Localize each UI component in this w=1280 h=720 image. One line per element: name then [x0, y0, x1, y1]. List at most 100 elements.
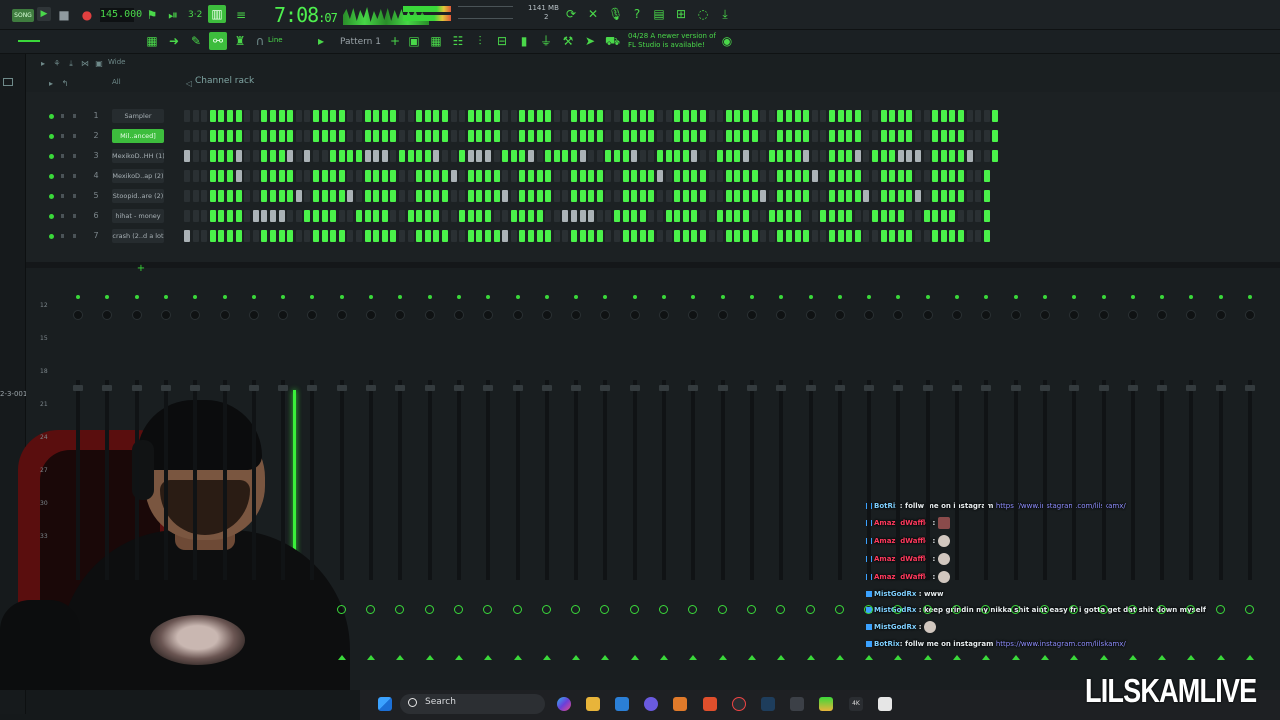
step-button[interactable]: [571, 210, 577, 222]
step-button[interactable]: [708, 190, 715, 202]
step-button[interactable]: [364, 210, 371, 222]
step-button[interactable]: [614, 170, 620, 182]
mixer-fader-track[interactable]: [398, 380, 403, 580]
step-button[interactable]: [450, 150, 457, 162]
step-button[interactable]: [691, 110, 698, 122]
browser-icon[interactable]: ▣: [407, 34, 421, 48]
step-button[interactable]: [416, 150, 423, 162]
mixer-fader-handle[interactable]: [366, 385, 376, 391]
step-button[interactable]: [674, 190, 681, 202]
step-button[interactable]: [209, 190, 216, 202]
step-button[interactable]: [433, 170, 440, 182]
step-button[interactable]: [424, 110, 431, 122]
step-button[interactable]: [975, 230, 982, 242]
step-button[interactable]: [553, 150, 560, 162]
mixer-track-led[interactable]: [515, 295, 520, 299]
step-button[interactable]: [476, 210, 483, 222]
step-button[interactable]: [837, 230, 844, 242]
song-mode-button[interactable]: SONG: [12, 9, 34, 22]
record-icon[interactable]: ●: [80, 8, 94, 22]
step-button[interactable]: [227, 230, 233, 242]
step-button[interactable]: [854, 130, 861, 142]
step-button[interactable]: [622, 170, 629, 182]
step-button[interactable]: [665, 210, 672, 222]
step-button[interactable]: [958, 190, 964, 202]
step-button[interactable]: [579, 150, 586, 162]
step-button[interactable]: [347, 230, 354, 242]
update-icon[interactable]: ◉: [720, 34, 734, 48]
step-button[interactable]: [235, 130, 242, 142]
step-button[interactable]: [717, 210, 724, 222]
step-button[interactable]: [450, 230, 457, 242]
step-button[interactable]: [381, 110, 388, 122]
step-button[interactable]: [691, 150, 698, 162]
step-button[interactable]: [932, 130, 939, 142]
step-button[interactable]: [768, 190, 775, 202]
mixer-route-button[interactable]: [922, 605, 932, 614]
step-button[interactable]: [837, 210, 844, 222]
step-button[interactable]: [966, 230, 973, 242]
step-button[interactable]: [786, 150, 792, 162]
step-button[interactable]: [691, 170, 698, 182]
step-button[interactable]: [270, 230, 276, 242]
step-button[interactable]: [321, 150, 328, 162]
mixer-fader-handle[interactable]: [1215, 385, 1226, 391]
mixer-fader-handle[interactable]: [952, 385, 962, 391]
step-button[interactable]: [416, 170, 423, 182]
step-button[interactable]: [983, 110, 990, 122]
step-button[interactable]: [880, 190, 887, 202]
step-button[interactable]: [794, 130, 801, 142]
step-button[interactable]: [863, 210, 870, 222]
step-button[interactable]: [622, 130, 629, 142]
rack-menu-icon[interactable]: ▸: [44, 77, 58, 91]
step-button[interactable]: [992, 110, 999, 122]
step-button[interactable]: [373, 230, 380, 242]
magnet-icon[interactable]: ∩: [253, 34, 267, 48]
folder-icon[interactable]: [3, 78, 13, 86]
step-button[interactable]: [399, 210, 405, 222]
step-button[interactable]: [390, 190, 397, 202]
step-button[interactable]: [657, 190, 663, 202]
step-button[interactable]: [192, 230, 199, 242]
step-button[interactable]: [872, 170, 878, 182]
pattern-selector[interactable]: Pattern 1: [340, 34, 390, 50]
step-button[interactable]: [287, 230, 294, 242]
step-button[interactable]: [321, 110, 328, 122]
step-button[interactable]: [743, 190, 749, 202]
step-button[interactable]: [562, 150, 569, 162]
cart-icon[interactable]: ⛟: [605, 34, 620, 48]
step-button[interactable]: [321, 210, 328, 222]
mixer-fader-handle[interactable]: [483, 385, 494, 391]
step-button[interactable]: [639, 130, 646, 142]
step-button[interactable]: [338, 150, 345, 162]
step-button[interactable]: [295, 190, 302, 202]
mixer-fader-handle[interactable]: [190, 385, 201, 391]
mixer-fader-handle[interactable]: [688, 385, 699, 391]
step-button[interactable]: [665, 150, 672, 162]
step-button[interactable]: [940, 170, 947, 182]
step-button[interactable]: [528, 110, 534, 122]
step-button[interactable]: [399, 130, 405, 142]
rack-graph-icon[interactable]: ⋈: [78, 57, 92, 71]
channel-knob[interactable]: [73, 214, 76, 218]
step-button[interactable]: [794, 170, 801, 182]
step-button[interactable]: [235, 110, 242, 122]
step-button[interactable]: [390, 110, 397, 122]
step-button[interactable]: [906, 110, 913, 122]
step-button[interactable]: [820, 110, 827, 122]
step-button[interactable]: [356, 230, 362, 242]
step-button[interactable]: [700, 230, 706, 242]
step-button[interactable]: [596, 170, 603, 182]
step-button[interactable]: [545, 150, 552, 162]
step-button[interactable]: [192, 190, 199, 202]
step-button[interactable]: [356, 130, 362, 142]
step-button[interactable]: [270, 190, 276, 202]
step-button[interactable]: [657, 230, 663, 242]
step-button[interactable]: [605, 230, 612, 242]
mixer-pan-knob[interactable]: [1010, 310, 1021, 320]
mixer-fader-handle[interactable]: [102, 385, 113, 391]
step-button[interactable]: [467, 110, 474, 122]
step-button[interactable]: [184, 210, 190, 222]
step-button[interactable]: [958, 230, 964, 242]
mixer-send-arrow[interactable]: [689, 655, 698, 660]
